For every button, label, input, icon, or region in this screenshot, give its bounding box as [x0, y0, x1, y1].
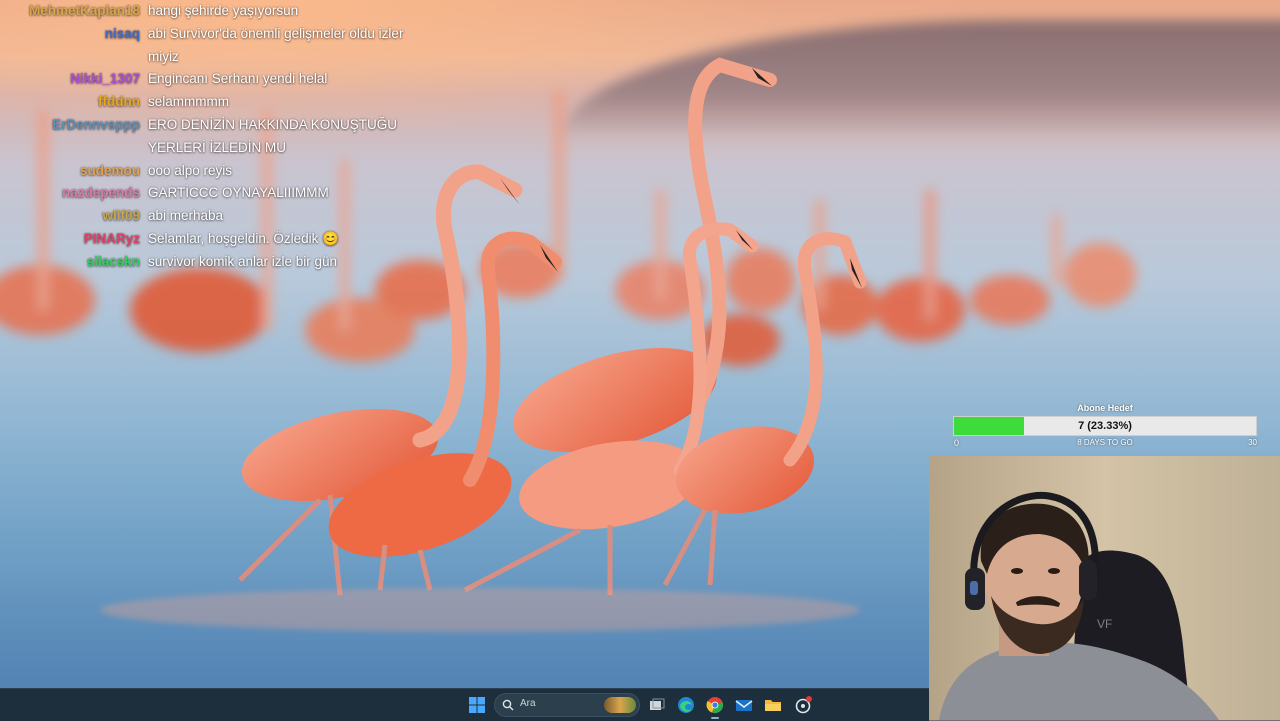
- chat-message-text: hangi şehirde yaşıyorsun: [148, 3, 299, 18]
- chat-message-text: GARTİCCC OYNAYALIIIMMM: [148, 185, 329, 201]
- chat-overlay: MehmetKaplan18 hangi şehirde yaşıyorsun ni…: [0, 0, 440, 274]
- chat-message-text: abi Survivor'da önemli gelişmeler oldu i…: [148, 25, 404, 64]
- chat-username[interactable]: ErDennvsppp: [52, 114, 140, 137]
- chat-username[interactable]: wlif09: [102, 205, 140, 228]
- chat-username[interactable]: MehmetKaplan18: [29, 0, 140, 23]
- chat-username[interactable]: sudemou: [80, 160, 140, 183]
- water-reflection: [100, 588, 860, 632]
- chat-username[interactable]: PINARyz: [84, 228, 140, 251]
- chat-message-text: ooo alpo reyis: [148, 162, 233, 178]
- chat-message: nisaq abi Survivor'da önemli gelişmeler o…: [0, 23, 440, 69]
- chat-message-text: Engincanı Serhanı yendi helal: [148, 71, 328, 87]
- chat-username[interactable]: ffddnn: [98, 91, 140, 114]
- windows-start-icon[interactable]: [466, 694, 488, 716]
- chat-username[interactable]: nisaq: [105, 23, 140, 46]
- app-icon[interactable]: [792, 694, 814, 716]
- windows-taskbar: Ara: [0, 688, 929, 721]
- chat-message: sudemou ooo alpo reyis: [0, 160, 440, 183]
- chat-message: ErDennvsppp ERO DENİZİN HAKKINDA KONUŞTUĞ…: [0, 114, 440, 160]
- chat-message: Nikki_1307 Engincanı Serhanı yendi helal: [0, 68, 440, 91]
- chat-message: PINARyz Selamlar, hoşgeldin. Özledik 😊: [0, 228, 440, 251]
- chat-username[interactable]: Nikki_1307: [70, 68, 140, 91]
- chat-message: ffddnn selammmmm: [0, 91, 440, 114]
- subscriber-goal-widget: Abone Hedef 7 (23.33%) 0 8 DAYS TO GO 30: [953, 402, 1257, 448]
- chair-logo: VF: [1097, 617, 1112, 631]
- chat-message: wlif09 abi merhaba: [0, 205, 440, 228]
- chat-username[interactable]: nazdepends: [62, 182, 140, 205]
- goal-max-value: 30: [1248, 438, 1257, 447]
- mail-icon[interactable]: [733, 694, 755, 716]
- goal-progress-text: 7 (23.33%): [1078, 420, 1132, 432]
- active-app-indicator: [711, 717, 719, 719]
- chrome-icon[interactable]: [704, 694, 726, 716]
- chat-message: nazdepends GARTİCCC OYNAYALIIIMMM: [0, 182, 440, 205]
- search-icon: [502, 699, 514, 711]
- chat-message: silacskn survivor komik anlar izle bir gü…: [0, 251, 440, 274]
- chat-message-text: abi merhaba: [148, 208, 224, 224]
- edge-browser-icon[interactable]: [675, 694, 697, 716]
- streamer-video: VF: [929, 456, 1280, 720]
- goal-progress-bar: 7 (23.33%): [953, 416, 1257, 436]
- chat-message-text: survivor komik anlar izle bir gün: [148, 253, 338, 269]
- goal-title: Abone Hedef: [1077, 403, 1133, 413]
- file-explorer-icon[interactable]: [762, 694, 784, 716]
- taskbar-search-box[interactable]: Ara: [494, 693, 640, 717]
- webcam-feed: VF: [929, 456, 1280, 720]
- search-placeholder: Ara: [520, 698, 536, 709]
- chat-message-text: selammmmm: [148, 94, 229, 110]
- chat-message: MehmetKaplan18 hangi şehirde yaşıyorsun: [0, 0, 440, 23]
- chat-message-text: ERO DENİZİN HAKKINDA KONUŞTUĞU YERLERİ İ…: [148, 116, 398, 155]
- chat-username[interactable]: silacskn: [87, 251, 140, 274]
- task-view-icon[interactable]: [646, 694, 668, 716]
- search-highlight-image: [604, 697, 636, 713]
- chat-message-text: Selamlar, hoşgeldin. Özledik 😊: [148, 230, 339, 246]
- goal-days-remaining: 8 DAYS TO GO: [1077, 438, 1133, 447]
